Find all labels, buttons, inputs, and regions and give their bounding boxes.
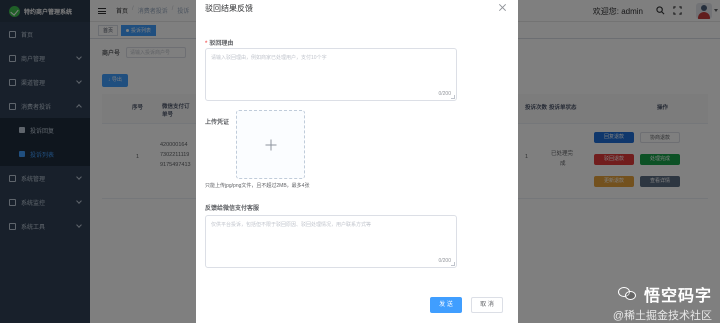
reason-label: * 驳回理由 — [205, 38, 233, 47]
watermark: 悟空码字 @稀土掘金技术社区 — [613, 282, 712, 323]
resize-handle[interactable] — [451, 262, 455, 266]
plus-icon — [265, 139, 276, 150]
app-root: 特约商户管理系统 首页 商户管理 渠道管理 消费者投诉 投诉回复 投诉列表 — [0, 0, 720, 323]
watermark-subtitle: @稀土掘金技术社区 — [612, 310, 712, 322]
reason-textarea[interactable]: 请输入驳回理由，例如商家已处理用户，支付10个字 0/200 — [205, 48, 457, 101]
reason-label-text: 驳回理由 — [209, 41, 234, 47]
close-icon[interactable] — [499, 4, 506, 11]
required-marker: * — [205, 41, 208, 47]
feedback-label: 反馈给微信支付客服 — [205, 206, 260, 212]
feedback-textarea[interactable]: 仅供平台投诉，包括但不限于驳回原因、驳回处理情况，用户联系方式等 0/200 — [205, 215, 457, 268]
reason-placeholder: 请输入驳回理由，例如商家已处理用户，支付10个字 — [211, 55, 327, 61]
cancel-button[interactable]: 取 消 — [471, 297, 503, 313]
upload-box[interactable] — [236, 110, 305, 179]
send-button[interactable]: 发 送 — [430, 297, 462, 313]
dialog-title: 驳回结果反馈 — [205, 4, 253, 13]
wechat-logo-icon — [617, 286, 638, 302]
reason-char-counter: 0/200 — [438, 91, 451, 97]
watermark-top: 悟空码字 — [617, 282, 712, 306]
resize-handle[interactable] — [451, 95, 455, 99]
reject-feedback-dialog: 驳回结果反馈 * 驳回理由 请输入驳回理由，例如商家已处理用户，支付10个字 0/… — [196, 0, 518, 323]
upload-tip: 只能上传jpg/png文件，且不超过2MB，最多4张 — [205, 183, 310, 189]
watermark-title: 悟空码字 — [643, 288, 712, 305]
upload-label: 上传凭证 — [205, 120, 230, 126]
feedback-char-counter: 0/200 — [438, 258, 451, 264]
feedback-placeholder: 仅供平台投诉，包括但不限于驳回原因、驳回处理情况，用户联系方式等 — [211, 222, 372, 228]
